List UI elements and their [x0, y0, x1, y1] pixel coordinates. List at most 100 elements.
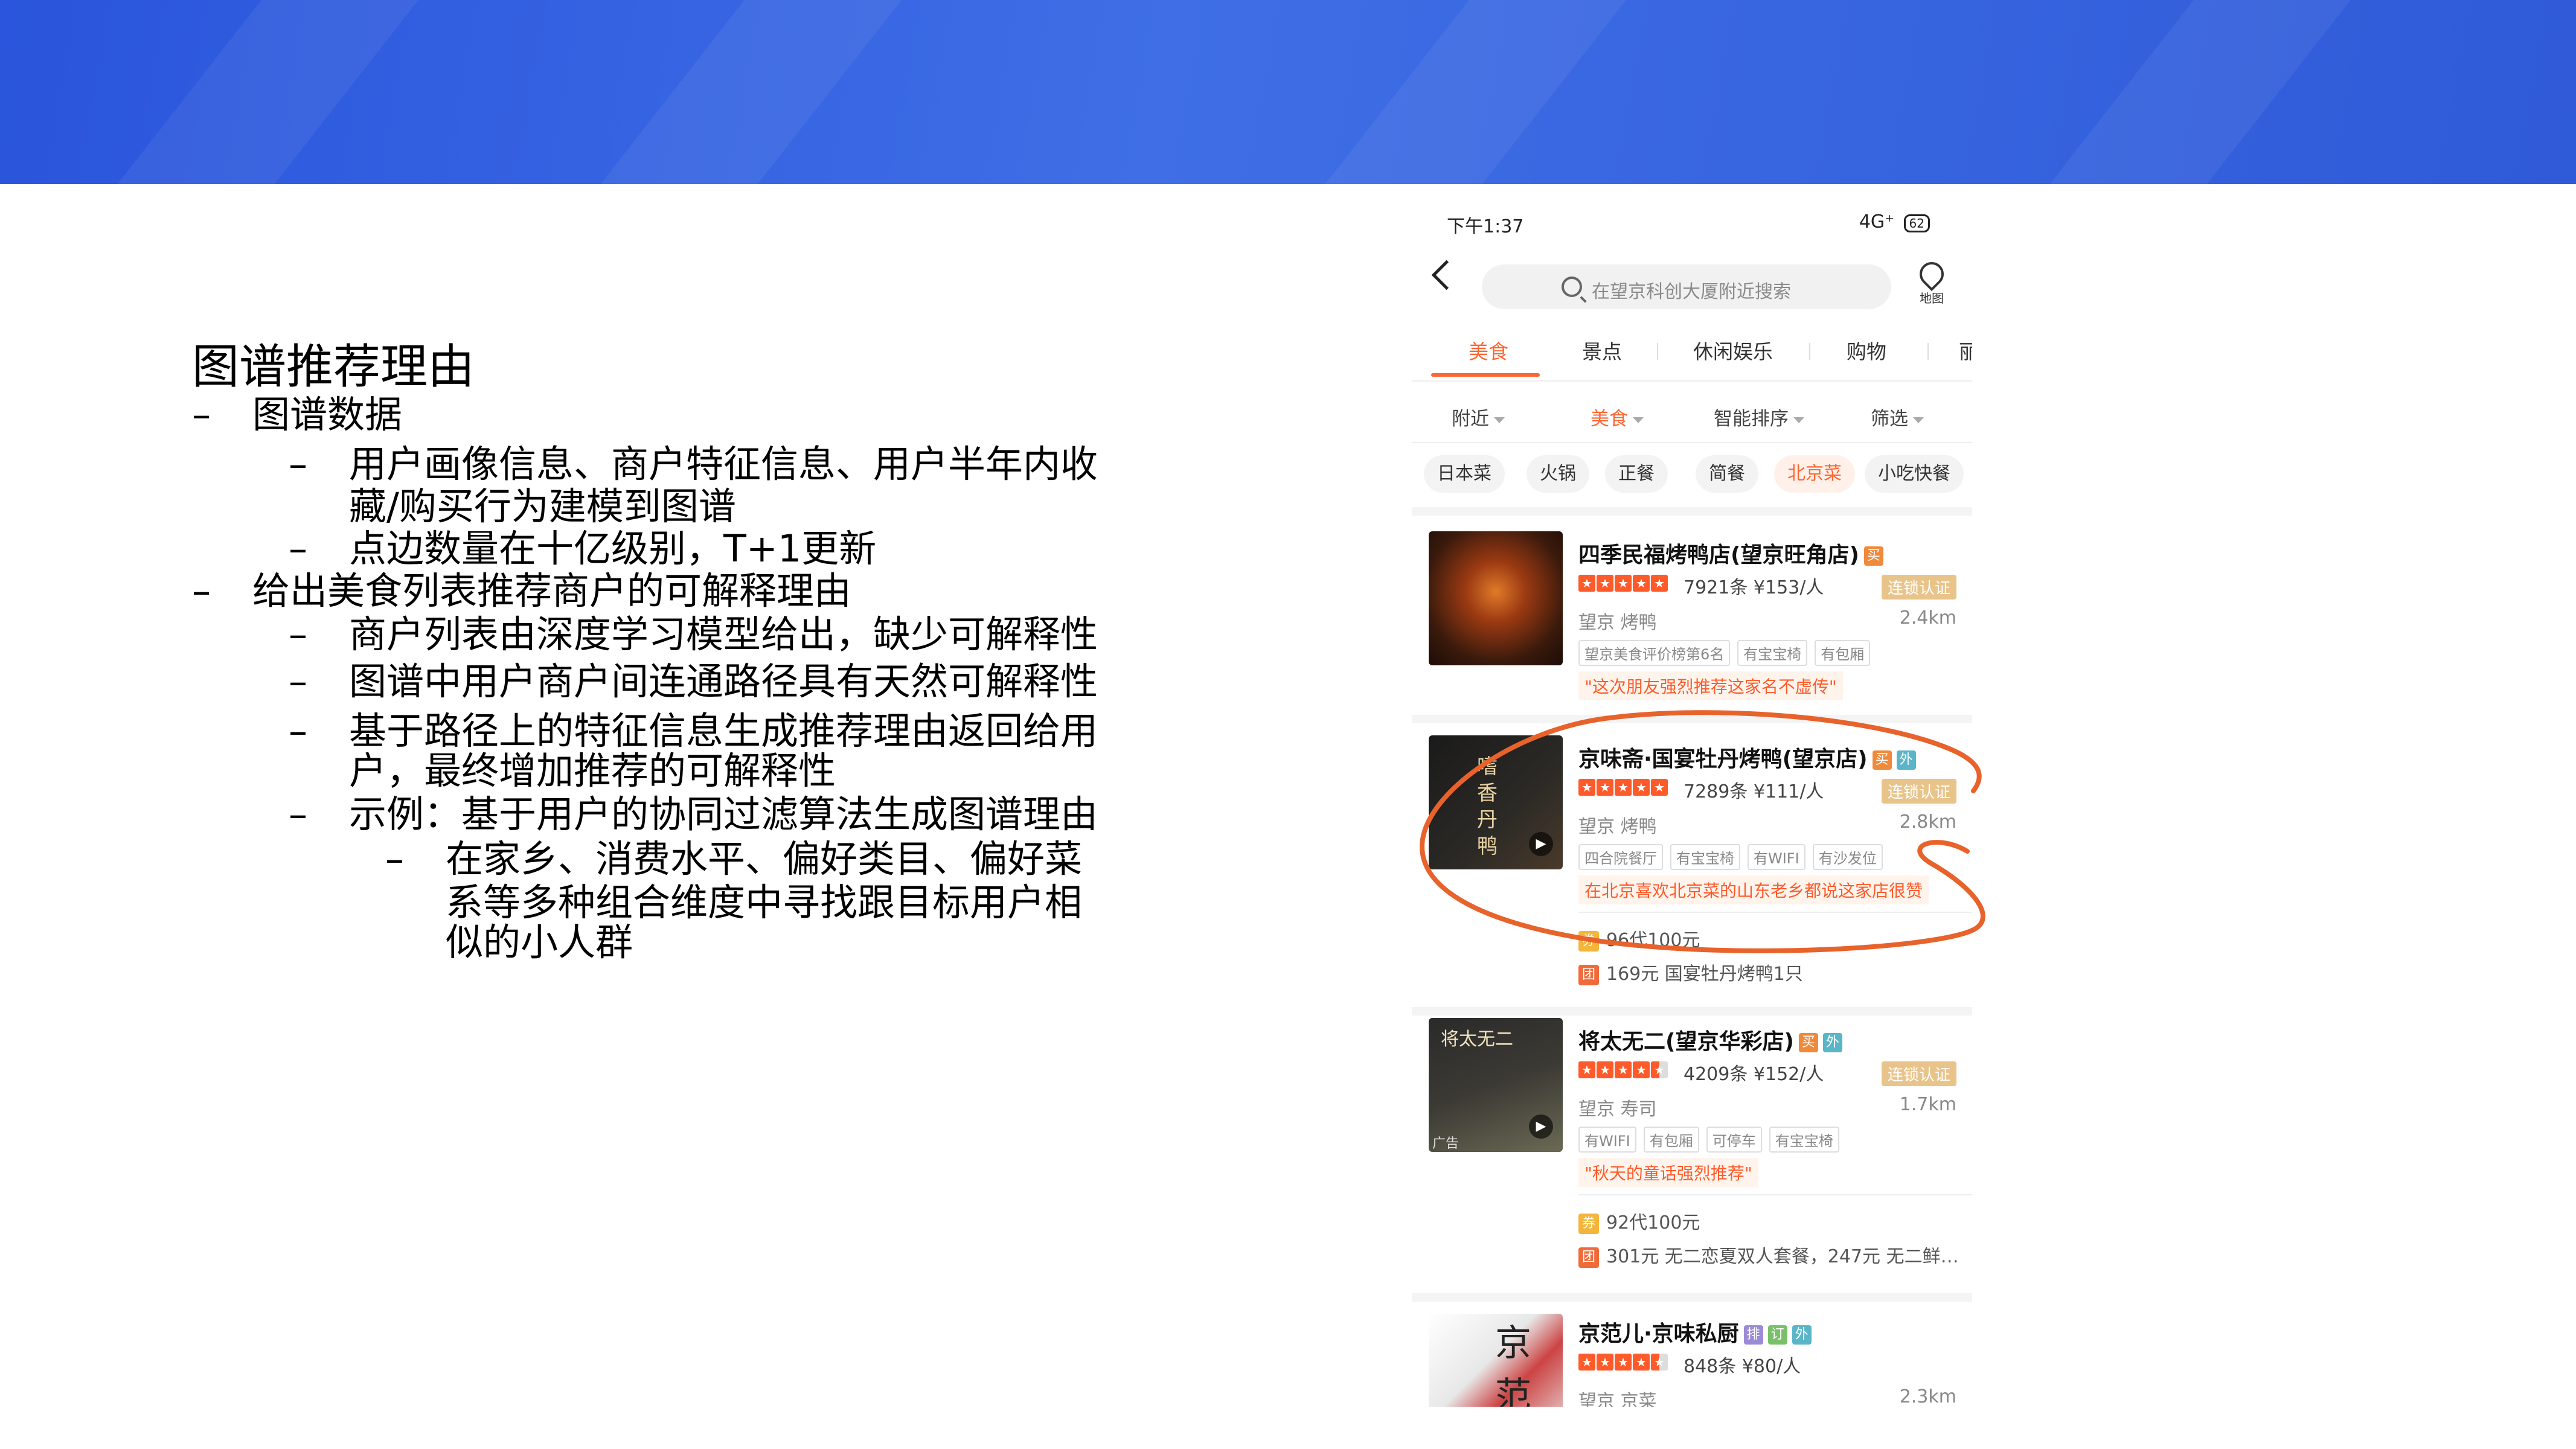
- coupon-deal[interactable]: 券 92代100元: [1578, 1208, 1700, 1234]
- bullet-dash: –: [289, 526, 307, 571]
- photo-caption: 嗜香丹鸭: [1477, 755, 1498, 859]
- star-icon: ★: [1615, 575, 1632, 592]
- feature-tags: 有WIFI 有包厢 可停车 有宝宝椅: [1578, 1127, 1847, 1153]
- search-input[interactable]: 在望京科创大厦附近搜索: [1482, 264, 1891, 309]
- status-network: 4G⁺ 62: [1859, 211, 1930, 232]
- chip-snacks[interactable]: 小吃快餐: [1865, 455, 1964, 493]
- chain-cert-badge: 连锁认证: [1881, 575, 1956, 600]
- filter-bar: 附近 美食 智能排序 筛选: [1412, 388, 1972, 442]
- chip-japanese[interactable]: 日本菜: [1424, 455, 1505, 493]
- rating-stars: ★ ★ ★ ★ ★: [1578, 1061, 1669, 1080]
- tab-more[interactable]: 丽: [1959, 336, 1972, 365]
- coupon-icon: 券: [1578, 930, 1599, 952]
- review-count: 7921条: [1684, 577, 1748, 598]
- feature-tag: 四合院餐厅: [1578, 844, 1663, 870]
- shop-photo: 嗜香丹鸭 ▶: [1429, 735, 1563, 869]
- buy-badge: 买: [1872, 750, 1892, 770]
- search-placeholder: 在望京科创大厦附近搜索: [1592, 281, 1791, 302]
- group-deal[interactable]: 团 301元 无二恋夏双人套餐，247元 无二鲜…: [1578, 1241, 1959, 1268]
- map-button[interactable]: 地图: [1911, 257, 1953, 310]
- star-icon: ★: [1578, 575, 1595, 592]
- back-arrow-icon[interactable]: [1431, 260, 1462, 290]
- avg-price: ¥152/人: [1753, 1064, 1824, 1085]
- chip-beijing-cuisine[interactable]: 北京菜: [1774, 455, 1855, 493]
- review-count: 4209条: [1684, 1064, 1748, 1085]
- filter-food[interactable]: 美食: [1591, 403, 1644, 430]
- header-stripe: [556, 0, 930, 184]
- filter-label: 附近: [1452, 408, 1489, 430]
- shop-card[interactable]: 京范 京范儿·京味私厨排订外 ★ ★ ★ ★ ★ 848条 ¥80/人 望京 京菜 2.…: [1412, 1302, 1972, 1407]
- header-stripe: [72, 0, 447, 184]
- star-icon: ★: [1615, 779, 1632, 796]
- review-price: 4209条 ¥152/人: [1684, 1059, 1824, 1086]
- shop-photo: 将太无二 广告 ▶: [1429, 1018, 1563, 1152]
- star-icon: ★: [1578, 1061, 1595, 1078]
- filter-sort[interactable]: 智能排序: [1714, 403, 1804, 430]
- star-icon: ★: [1578, 779, 1595, 796]
- bullet-text: 图谱数据: [252, 392, 403, 437]
- bullet-dash: –: [289, 612, 307, 656]
- star-icon: ★: [1615, 1061, 1632, 1078]
- half-star-icon: ★: [1651, 1061, 1668, 1078]
- feature-tags: 四合院餐厅 有宝宝椅 有WIFI 有沙发位: [1578, 844, 1890, 870]
- recommend-reason: "秋天的童话强烈推荐": [1578, 1158, 1758, 1187]
- deal-text: 169元 国宴牡丹烤鸭1只: [1606, 964, 1803, 985]
- shop-card[interactable]: 嗜香丹鸭 ▶ 京味斋·国宴牡丹烤鸭(望京店) 买外 ★ ★ ★ ★ ★ 7289条 ¥11…: [1412, 723, 1972, 1007]
- map-label: 地图: [1920, 291, 1944, 305]
- coupon-deal[interactable]: 券 96代100元: [1578, 925, 1700, 952]
- deal-text: 301元 无二恋夏双人套餐，247元 无二鲜…: [1606, 1246, 1959, 1267]
- filter-nearby[interactable]: 附近: [1452, 403, 1505, 430]
- recommend-reason: 在北京喜欢北京菜的山东老乡都说这家店很赞: [1578, 875, 1929, 904]
- bullet-text: 用户画像信息、商户特征信息、用户半年内收: [349, 442, 1098, 486]
- bullet-text: 户，最终增加推荐的可解释性: [349, 749, 836, 793]
- feature-tag: 有沙发位: [1812, 844, 1883, 870]
- chip-main-meal[interactable]: 正餐: [1605, 455, 1668, 493]
- shop-distance: 2.3km: [1899, 1386, 1956, 1407]
- feature-tag: 有包厢: [1815, 640, 1871, 666]
- chip-hotpot[interactable]: 火锅: [1527, 455, 1589, 493]
- review-price: 848条 ¥80/人: [1684, 1351, 1801, 1378]
- bullet-dash: –: [289, 792, 307, 836]
- caret-down-icon: [1494, 417, 1505, 423]
- divider: [1412, 442, 1972, 443]
- category-tabs: 美食 景点 休闲娱乐 购物 丽: [1412, 326, 1972, 380]
- bullet-dash: –: [385, 837, 404, 881]
- shop-distance: 1.7km: [1899, 1094, 1956, 1115]
- shop-distance: 2.8km: [1899, 811, 1956, 833]
- shop-name: 将太无二(望京华彩店) 买外: [1578, 1024, 1842, 1055]
- star-icon: ★: [1633, 779, 1650, 796]
- caret-down-icon: [1913, 417, 1924, 423]
- recommend-reason: "这次朋友强烈推荐这家名不虚传": [1578, 671, 1843, 700]
- group-deal[interactable]: 团 169元 国宴牡丹烤鸭1只: [1578, 959, 1803, 985]
- tab-food[interactable]: 美食: [1469, 336, 1508, 365]
- feature-tag: 有宝宝椅: [1737, 640, 1808, 666]
- shop-name: 四季民福烤鸭店(望京旺角店) 买: [1578, 537, 1883, 569]
- group-buy-icon: 团: [1578, 964, 1599, 985]
- tab-leisure[interactable]: 休闲娱乐: [1693, 336, 1773, 365]
- bullet-text: 示例：基于用户的协同过滤算法生成图谱理由: [349, 792, 1098, 836]
- star-icon: ★: [1597, 1061, 1613, 1078]
- play-icon[interactable]: ▶: [1529, 832, 1553, 856]
- star-icon: ★: [1615, 1354, 1632, 1371]
- tab-shopping[interactable]: 购物: [1847, 336, 1886, 365]
- feature-tag: 有WIFI: [1578, 1127, 1636, 1153]
- bullet-text: 点边数量在十亿级别，T+1更新: [349, 526, 877, 571]
- chip-light-meal[interactable]: 简餐: [1696, 455, 1758, 493]
- shop-area: 望京 烤鸭: [1578, 612, 1657, 633]
- feature-tag: 望京美食评价榜第6名: [1578, 640, 1731, 666]
- bullet-text: 商户列表由深度学习模型给出，缺少可解释性: [349, 612, 1098, 656]
- shop-card[interactable]: 四季民福烤鸭店(望京旺角店) 买 ★ ★ ★ ★ ★ 7921条 ¥153/人 连锁认证 …: [1412, 516, 1972, 715]
- review-price: 7921条 ¥153/人: [1684, 572, 1824, 599]
- rating-stars: ★ ★ ★ ★ ★: [1578, 1354, 1669, 1372]
- filter-screen[interactable]: 筛选: [1871, 403, 1924, 430]
- tab-scenic[interactable]: 景点: [1582, 336, 1622, 365]
- divider: [1578, 912, 1972, 913]
- takeout-badge: 外: [1792, 1325, 1812, 1345]
- battery-icon: 62: [1903, 214, 1930, 232]
- rating-stars: ★ ★ ★ ★ ★: [1578, 575, 1669, 593]
- shop-card[interactable]: 将太无二 广告 ▶ 将太无二(望京华彩店) 买外 ★ ★ ★ ★ ★ 4209条 ¥152…: [1412, 1016, 1972, 1293]
- chain-cert-badge: 连锁认证: [1881, 1061, 1956, 1086]
- play-icon[interactable]: ▶: [1529, 1115, 1553, 1139]
- bullet-text: 在家乡、消费水平、偏好类目、偏好菜: [446, 837, 1083, 881]
- feature-tag: 有宝宝椅: [1670, 844, 1740, 870]
